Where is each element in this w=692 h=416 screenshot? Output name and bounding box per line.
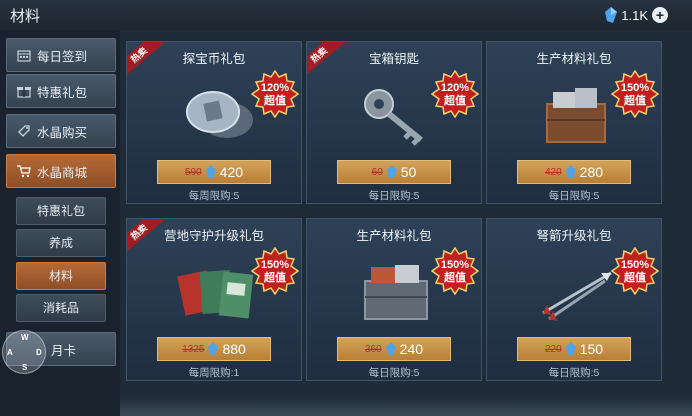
- sidebar-item-crystal-shop[interactable]: 水晶商城: [6, 154, 116, 188]
- blueprint-books-icon: [177, 270, 254, 319]
- product-card[interactable]: 热卖 宝箱钥匙 60 50 每日限购:5 120% 超值: [306, 41, 482, 204]
- value-badge-percent: 150%: [440, 259, 470, 271]
- value-badge-text: 120% 超值: [251, 82, 299, 108]
- sale-price: 420: [219, 164, 244, 180]
- purchase-limit: 每周限购:1: [188, 367, 240, 379]
- product-name: 宝箱钥匙: [368, 52, 419, 66]
- subtab-special-offer[interactable]: 特惠礼包: [16, 197, 106, 225]
- crystal-icon: [386, 165, 397, 179]
- subtab-consumables[interactable]: 消耗品: [16, 294, 106, 322]
- buy-button[interactable]: 590 420: [157, 160, 271, 184]
- crystal-icon: [565, 165, 576, 179]
- page-title: 材料: [10, 8, 41, 25]
- purchase-limit: 每日限购:5: [368, 190, 420, 202]
- key-a-label: A: [7, 348, 13, 357]
- original-price: 420: [544, 166, 562, 178]
- sale-price: 240: [399, 341, 424, 357]
- crossbow-bolts-icon: [542, 271, 612, 321]
- purchase-limit: 每日限购:5: [368, 367, 420, 379]
- crystal-icon: [385, 342, 396, 356]
- buy-button[interactable]: 60 50: [337, 160, 451, 184]
- buy-button[interactable]: 420 280: [517, 160, 631, 184]
- product-card[interactable]: 热卖 探宝币礼包 590 420 每周限购:5 120% 超值: [126, 41, 302, 204]
- value-badge-percent: 150%: [260, 259, 290, 271]
- key-d-label: D: [36, 348, 42, 357]
- value-badge-percent: 150%: [620, 259, 650, 271]
- key-icon: [364, 89, 423, 146]
- original-price: 220: [544, 343, 562, 355]
- wasd-movement-pad[interactable]: W A S D: [2, 330, 46, 374]
- sidebar-item-label: 每日签到: [37, 49, 88, 64]
- original-price: 590: [184, 166, 202, 178]
- product-card[interactable]: 生产材料礼包 360 240 每日限购:5 150% 超值: [306, 218, 482, 381]
- product-name: 弩箭升级礼包: [536, 229, 612, 243]
- value-badge-label: 超值: [624, 272, 646, 284]
- value-badge-text: 150% 超值: [611, 259, 659, 285]
- sidebar-item-daily-checkin[interactable]: 每日签到: [6, 38, 116, 72]
- sale-price: 150: [579, 341, 604, 357]
- purchase-limit: 每日限购:5: [548, 190, 600, 202]
- value-badge-label: 超值: [264, 95, 286, 107]
- sidebar-item-label: 水晶购买: [37, 125, 88, 140]
- value-badge-text: 150% 超值: [251, 259, 299, 285]
- buy-button[interactable]: 220 150: [517, 337, 631, 361]
- product-name: 探宝币礼包: [182, 52, 246, 66]
- currency-display: 1.1K +: [605, 5, 668, 25]
- sidebar-item-buy-crystal[interactable]: 水晶购买: [6, 114, 116, 148]
- sale-price: 50: [400, 164, 417, 180]
- product-card[interactable]: 生产材料礼包 420 280 每日限购:5 150% 超值: [486, 41, 662, 204]
- value-badge-label: 超值: [444, 272, 466, 284]
- key-w-label: W: [21, 333, 29, 342]
- frost-overlay: [120, 396, 692, 416]
- value-badge-label: 超值: [264, 272, 286, 284]
- buy-button[interactable]: 360 240: [337, 337, 451, 361]
- material-crate-icon: [546, 88, 606, 143]
- sidebar-item-label: 月卡: [51, 343, 77, 358]
- value-badge-percent: 120%: [260, 82, 290, 94]
- purchase-limit: 每日限购:5: [548, 367, 600, 379]
- calendar-icon: [17, 48, 31, 62]
- top-bar: 材料 1.1K +: [0, 0, 692, 30]
- value-badge-label: 超值: [444, 95, 466, 107]
- add-currency-button[interactable]: +: [652, 7, 668, 23]
- material-crate-icon: [364, 265, 428, 320]
- original-price: 60: [371, 166, 383, 178]
- value-badge-text: 120% 超值: [431, 82, 479, 108]
- gift-box-icon: [17, 84, 31, 98]
- product-name: 生产材料礼包: [536, 52, 612, 66]
- sale-price: 880: [222, 341, 246, 357]
- product-card[interactable]: 弩箭升级礼包 220 150 每日限购:5 150% 超值: [486, 218, 662, 381]
- cart-icon: [17, 164, 31, 178]
- original-price: 1325: [182, 343, 205, 355]
- buy-button[interactable]: 1325 880: [157, 337, 271, 361]
- currency-amount: 1.1K: [621, 7, 648, 23]
- sidebar-item-special-offer[interactable]: 特惠礼包: [6, 74, 116, 108]
- value-badge-text: 150% 超值: [431, 259, 479, 285]
- purchase-limit: 每周限购:5: [188, 190, 240, 202]
- value-badge-percent: 150%: [620, 82, 650, 94]
- crystal-icon: [208, 342, 219, 356]
- subtab-materials[interactable]: 材料: [16, 262, 106, 290]
- key-s-label: S: [22, 363, 28, 372]
- product-name: 营地守护升级礼包: [163, 229, 264, 243]
- sidebar-item-label: 水晶商城: [37, 165, 88, 180]
- coin-icon: [186, 91, 253, 138]
- product-card[interactable]: 热卖 营地守护升级礼包 1325 880 每周限购:1 150% 超值: [126, 218, 302, 381]
- original-price: 360: [364, 343, 382, 355]
- crystal-icon: [205, 165, 216, 179]
- value-badge-label: 超值: [624, 95, 646, 107]
- sale-price: 280: [579, 164, 604, 180]
- product-name: 生产材料礼包: [356, 229, 432, 243]
- sidebar-item-label: 特惠礼包: [37, 85, 88, 100]
- crystal-icon: [565, 342, 576, 356]
- crystal-tag-icon: [17, 124, 31, 138]
- subtab-growth[interactable]: 养成: [16, 229, 106, 257]
- value-badge-percent: 120%: [440, 82, 470, 94]
- value-badge-text: 150% 超值: [611, 82, 659, 108]
- crystal-icon: [605, 7, 618, 23]
